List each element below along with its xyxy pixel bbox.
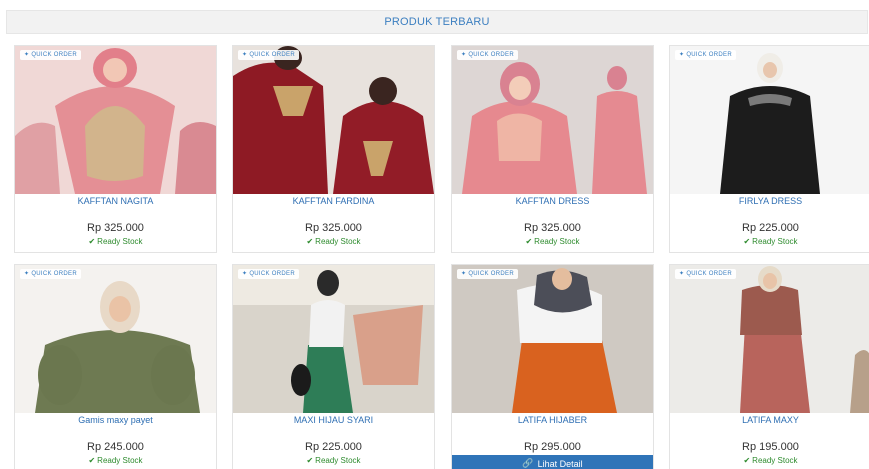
product-card[interactable]: ✦ QUICK ORDER FIRLYA DRESS Rp 225.000 ✔ R… (669, 45, 869, 253)
product-image[interactable] (670, 265, 869, 413)
check-icon: ✔ (306, 237, 314, 246)
stock-status: ✔ Ready Stock (15, 237, 216, 246)
stock-status: ✔ Ready Stock (233, 237, 434, 246)
bolt-icon: ✦ (679, 52, 685, 58)
quick-order-badge[interactable]: ✦ QUICK ORDER (238, 50, 299, 60)
check-icon: ✔ (306, 456, 314, 465)
section-header: PRODUK TERBARU (6, 10, 868, 34)
stock-label: Ready Stock (315, 456, 361, 465)
bolt-icon: ✦ (461, 271, 467, 277)
bolt-icon: ✦ (24, 52, 30, 58)
check-icon: ✔ (743, 456, 751, 465)
product-image[interactable] (233, 265, 434, 413)
stock-status: ✔ Ready Stock (452, 237, 653, 246)
product-card[interactable]: ✦ QUICK ORDER KAFFTAN DRESS Rp 325.000 ✔… (451, 45, 654, 253)
product-card[interactable]: ✦ QUICK ORDER KAFFTAN NAGITA Rp 325.000 … (14, 45, 217, 253)
stock-label: Ready Stock (534, 237, 580, 246)
quick-order-badge[interactable]: ✦ QUICK ORDER (20, 269, 81, 279)
quick-order-label: QUICK ORDER (686, 52, 732, 58)
product-card[interactable]: ✦ QUICK ORDER LATIFA HIJABER Rp 295.000 … (451, 264, 654, 469)
product-photo (452, 46, 653, 194)
bolt-icon: ✦ (242, 52, 248, 58)
quick-order-label: QUICK ORDER (31, 271, 77, 277)
bolt-icon: ✦ (242, 271, 248, 277)
product-image[interactable] (452, 265, 653, 413)
product-photo (233, 265, 434, 413)
stock-status: ✔ Ready Stock (670, 456, 869, 465)
quick-order-badge[interactable]: ✦ QUICK ORDER (238, 269, 299, 279)
product-price: Rp 245.000 (87, 441, 144, 453)
product-price: Rp 325.000 (524, 222, 581, 234)
quick-order-label: QUICK ORDER (31, 52, 77, 58)
product-price: Rp 325.000 (87, 222, 144, 234)
product-price: Rp 295.000 (524, 441, 581, 453)
bolt-icon: ✦ (24, 271, 30, 277)
quick-order-badge[interactable]: ✦ QUICK ORDER (675, 50, 736, 60)
product-name[interactable]: Gamis maxy payet (15, 415, 216, 425)
quick-order-label: QUICK ORDER (249, 271, 295, 277)
stock-status: ✔ Ready Stock (233, 456, 434, 465)
product-card[interactable]: ✦ QUICK ORDER KAFFTAN FARDINA Rp 325.000… (232, 45, 435, 253)
product-card[interactable]: ✦ QUICK ORDER Gamis maxy payet Rp 245.00… (14, 264, 217, 469)
section-title: PRODUK TERBARU (384, 16, 490, 28)
check-icon: ✔ (88, 456, 96, 465)
bolt-icon: ✦ (461, 52, 467, 58)
product-name[interactable]: LATIFA MAXY (670, 415, 869, 425)
product-name[interactable]: LATIFA HIJABER (452, 415, 653, 425)
product-name[interactable]: KAFFTAN NAGITA (15, 196, 216, 206)
quick-order-label: QUICK ORDER (468, 271, 514, 277)
product-card[interactable]: ✦ QUICK ORDER LATIFA MAXY Rp 195.000 ✔ Re… (669, 264, 869, 469)
quick-order-badge[interactable]: ✦ QUICK ORDER (20, 50, 81, 60)
stock-label: Ready Stock (97, 456, 143, 465)
stock-status: ✔ Ready Stock (15, 456, 216, 465)
product-image[interactable] (15, 265, 216, 413)
stock-label: Ready Stock (97, 237, 143, 246)
stock-label: Ready Stock (315, 237, 361, 246)
check-icon: ✔ (743, 237, 751, 246)
product-name[interactable]: KAFFTAN FARDINA (233, 196, 434, 206)
bolt-icon: ✦ (679, 271, 685, 277)
view-detail-label: Lihat Detail (537, 458, 583, 469)
product-name[interactable]: MAXI HIJAU SYARI (233, 415, 434, 425)
stock-label: Ready Stock (752, 237, 798, 246)
product-image[interactable] (670, 46, 869, 194)
product-image[interactable] (452, 46, 653, 194)
quick-order-badge[interactable]: ✦ QUICK ORDER (457, 50, 518, 60)
link-icon: 🔗 (522, 458, 534, 468)
product-name[interactable]: FIRLYA DRESS (670, 196, 869, 206)
product-price: Rp 225.000 (742, 222, 799, 234)
product-photo (233, 46, 434, 194)
stock-status: ✔ Ready Stock (670, 237, 869, 246)
product-photo (670, 46, 869, 194)
product-photo (15, 265, 216, 413)
product-photo (15, 46, 216, 194)
quick-order-label: QUICK ORDER (249, 52, 295, 58)
product-photo (452, 265, 653, 413)
product-price: Rp 325.000 (305, 222, 362, 234)
view-detail-button[interactable]: 🔗 Lihat Detail (452, 455, 653, 469)
product-card[interactable]: ✦ QUICK ORDER MAXI HIJAU SYARI Rp 225.00… (232, 264, 435, 469)
stock-label: Ready Stock (752, 456, 798, 465)
product-image[interactable] (233, 46, 434, 194)
product-price: Rp 195.000 (742, 441, 799, 453)
product-photo (670, 265, 869, 413)
product-price: Rp 225.000 (305, 441, 362, 453)
quick-order-label: QUICK ORDER (686, 271, 732, 277)
quick-order-label: QUICK ORDER (468, 52, 514, 58)
product-image[interactable] (15, 46, 216, 194)
product-name[interactable]: KAFFTAN DRESS (452, 196, 653, 206)
quick-order-badge[interactable]: ✦ QUICK ORDER (457, 269, 518, 279)
check-icon: ✔ (525, 237, 533, 246)
quick-order-badge[interactable]: ✦ QUICK ORDER (675, 269, 736, 279)
check-icon: ✔ (88, 237, 96, 246)
